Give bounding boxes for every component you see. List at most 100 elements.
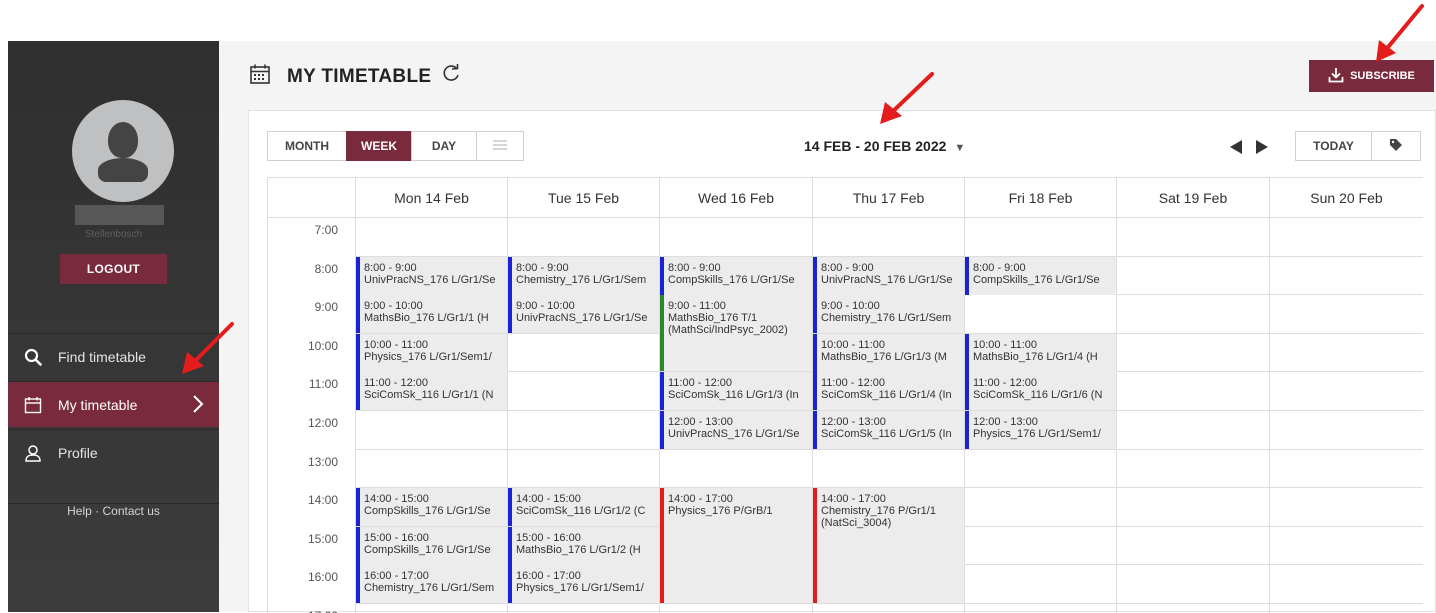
logout-button[interactable]: LOGOUT	[60, 254, 167, 284]
event-time: 8:00 - 9:00	[364, 262, 417, 274]
grid-row-line	[355, 603, 1423, 604]
calendar-event[interactable]: 9:00 - 10:00 MathsBio_176 L/Gr1/1 (H	[356, 295, 507, 333]
subscribe-button[interactable]: SUBSCRIBE	[1309, 60, 1434, 92]
grid-column-line	[1116, 178, 1117, 613]
tag-icon	[1389, 138, 1403, 155]
event-title: MathsBio_176 L/Gr1/4 (H	[973, 351, 1098, 363]
event-title: SciComSk_116 L/Gr1/5 (In	[821, 428, 952, 440]
help-link[interactable]: Help	[67, 504, 92, 518]
user-icon	[24, 444, 48, 462]
event-time: 11:00 - 12:00	[973, 377, 1038, 389]
list-view-button[interactable]	[476, 131, 524, 161]
sidebar-item-my-timetable[interactable]: My timetable	[8, 381, 219, 427]
calendar-event[interactable]: 9:00 - 10:00 UnivPracNS_176 L/Gr1/Se	[508, 295, 659, 333]
event-title: MathsBio_176 L/Gr1/2 (H	[516, 544, 641, 556]
calendar-event[interactable]: 9:00 - 11:00 MathsBio_176 T/1 (MathSci/In…	[660, 295, 812, 371]
download-icon	[1328, 67, 1344, 86]
calendar-event[interactable]: 12:00 - 13:00 Physics_176 L/Gr1/Sem1/	[965, 411, 1116, 449]
event-title: CompSkills_176 L/Gr1/Se	[973, 274, 1100, 286]
calendar-event[interactable]: 14:00 - 17:00 Physics_176 P/GrB/1	[660, 488, 812, 603]
time-label: 15:00	[307, 532, 338, 546]
sidebar-item-label: Find timetable	[58, 348, 146, 365]
calendar-event[interactable]: 8:00 - 9:00 UnivPracNS_176 L/Gr1/Se	[356, 257, 507, 295]
sidebar-item-label: Profile	[58, 444, 98, 461]
calendar-event[interactable]: 8:00 - 9:00 CompSkills_176 L/Gr1/Se	[965, 257, 1116, 295]
event-time: 12:00 - 13:00	[821, 416, 886, 428]
event-title: Physics_176 L/Gr1/Sem1/	[516, 582, 644, 594]
calendar-event[interactable]: 15:00 - 16:00 MathsBio_176 L/Gr1/2 (H	[508, 527, 659, 565]
calendar-event[interactable]: 11:00 - 12:00 SciComSk_116 L/Gr1/3 (In	[660, 372, 812, 410]
subscribe-label: SUBSCRIBE	[1350, 70, 1415, 82]
event-title: Chemistry_176 L/Gr1/Sem	[821, 312, 952, 324]
event-title: UnivPracNS_176 L/Gr1/Se	[516, 312, 648, 324]
refresh-icon[interactable]	[441, 64, 461, 89]
event-title: SciComSk_116 L/Gr1/3 (In	[668, 389, 799, 401]
event-time: 8:00 - 9:00	[668, 262, 721, 274]
time-label: 8:00	[314, 262, 338, 276]
calendar-event[interactable]: 16:00 - 17:00 Chemistry_176 L/Gr1/Sem	[356, 565, 507, 603]
calendar-event[interactable]: 10:00 - 11:00 MathsBio_176 L/Gr1/3 (M	[813, 334, 964, 372]
calendar-event[interactable]: 15:00 - 16:00 CompSkills_176 L/Gr1/Se	[356, 527, 507, 565]
annotation-arrow	[182, 322, 234, 374]
day-header: Mon 14 Feb	[356, 178, 508, 217]
time-gutter-header	[268, 178, 356, 217]
calendar-event[interactable]: 12:00 - 13:00 SciComSk_116 L/Gr1/5 (In	[813, 411, 964, 449]
calendar-event[interactable]: 11:00 - 12:00 SciComSk_116 L/Gr1/6 (N	[965, 372, 1116, 410]
calendar-event[interactable]: 14:00 - 15:00 CompSkills_176 L/Gr1/Se	[356, 488, 507, 526]
day-view-button[interactable]: DAY	[411, 131, 477, 161]
calendar-event[interactable]: 10:00 - 11:00 Physics_176 L/Gr1/Sem1/	[356, 334, 507, 372]
calendar-event[interactable]: 8:00 - 9:00 UnivPracNS_176 L/Gr1/Se	[813, 257, 964, 295]
today-button[interactable]: TODAY	[1295, 131, 1372, 161]
calendar-event[interactable]: 16:00 - 17:00 Physics_176 L/Gr1/Sem1/	[508, 565, 659, 603]
calendar-event[interactable]: 14:00 - 17:00 Chemistry_176 P/Gr1/1 (NatS…	[813, 488, 964, 603]
caret-down-icon: ▼	[954, 142, 966, 154]
event-title: Physics_176 P/GrB/1	[668, 505, 773, 517]
previous-week-button[interactable]	[1229, 140, 1243, 159]
timetable-panel: MONTH WEEK DAY 14 FEB - 20 FEB 2022 ▼ TOD…	[248, 110, 1436, 613]
event-time: 8:00 - 9:00	[973, 262, 1026, 274]
event-title: SciComSk_116 L/Gr1/2 (C	[516, 505, 646, 517]
week-calendar-grid: Mon 14 Feb Tue 15 Feb Wed 16 Feb Thu 17 …	[267, 177, 1423, 613]
user-name-redacted	[75, 205, 164, 225]
time-label: 12:00	[307, 416, 338, 430]
sidebar-item-profile[interactable]: Profile	[8, 429, 219, 475]
event-title: UnivPracNS_176 L/Gr1/Se	[364, 274, 496, 286]
event-time: 11:00 - 12:00	[364, 377, 429, 389]
event-title: Physics_176 L/Gr1/Sem1/	[973, 428, 1101, 440]
annotation-arrow	[880, 72, 934, 124]
time-label: 7:00	[314, 223, 338, 237]
week-view-button[interactable]: WEEK	[346, 131, 412, 161]
event-time: 11:00 - 12:00	[668, 377, 733, 389]
event-title: SciComSk_116 L/Gr1/4 (In	[821, 389, 952, 401]
avatar	[72, 100, 174, 202]
day-header: Tue 15 Feb	[508, 178, 660, 217]
event-time: 12:00 - 13:00	[668, 416, 733, 428]
tag-filter-button[interactable]	[1371, 131, 1421, 161]
calendar-event[interactable]: 8:00 - 9:00 CompSkills_176 L/Gr1/Se	[660, 257, 812, 295]
event-time: 11:00 - 12:00	[821, 377, 886, 389]
calendar-event[interactable]: 8:00 - 9:00 Chemistry_176 L/Gr1/Sem	[508, 257, 659, 295]
event-time: 14:00 - 15:00	[364, 493, 429, 505]
time-label: 10:00	[307, 339, 338, 353]
calendar-event[interactable]: 9:00 - 10:00 Chemistry_176 L/Gr1/Sem	[813, 295, 964, 333]
sidebar-item-label: My timetable	[58, 396, 138, 413]
annotation-arrow	[1376, 4, 1424, 62]
day-header: Thu 17 Feb	[813, 178, 965, 217]
day-header: Sat 19 Feb	[1117, 178, 1270, 217]
date-range-selector[interactable]: 14 FEB - 20 FEB 2022 ▼	[804, 138, 965, 154]
calendar-event[interactable]: 10:00 - 11:00 MathsBio_176 L/Gr1/4 (H	[965, 334, 1116, 372]
calendar-event[interactable]: 11:00 - 12:00 SciComSk_116 L/Gr1/1 (N	[356, 372, 507, 410]
calendar-event[interactable]: 12:00 - 13:00 UnivPracNS_176 L/Gr1/Se	[660, 411, 812, 449]
calendar-event[interactable]: 11:00 - 12:00 SciComSk_116 L/Gr1/4 (In	[813, 372, 964, 410]
event-title: CompSkills_176 L/Gr1/Se	[364, 505, 491, 517]
month-view-button[interactable]: MONTH	[267, 131, 347, 161]
event-time: 14:00 - 17:00	[668, 493, 733, 505]
event-time: 15:00 - 16:00	[516, 532, 581, 544]
calendar-event[interactable]: 14:00 - 15:00 SciComSk_116 L/Gr1/2 (C	[508, 488, 659, 526]
next-week-button[interactable]	[1255, 140, 1269, 159]
time-label: 11:00	[308, 377, 338, 391]
event-time: 8:00 - 9:00	[516, 262, 569, 274]
event-title: Physics_176 L/Gr1/Sem1/	[364, 351, 492, 363]
contact-us-link[interactable]: Contact us	[103, 504, 160, 518]
chevron-right-icon	[191, 393, 205, 418]
